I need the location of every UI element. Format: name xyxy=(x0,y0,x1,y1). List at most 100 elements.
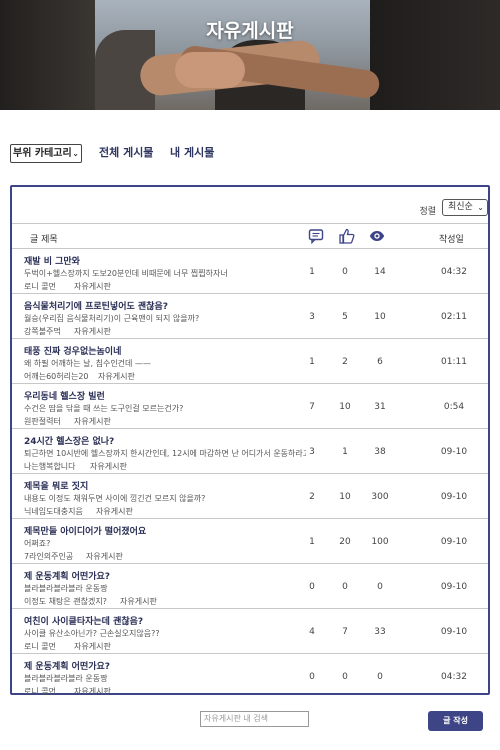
like-count: 0 xyxy=(342,582,348,592)
comment-count: 7 xyxy=(309,402,315,412)
like-count: 20 xyxy=(339,537,351,547)
post-board-name: 자유게시판 xyxy=(74,282,111,291)
post-date: 04:32 xyxy=(441,267,467,277)
view-count: 0 xyxy=(377,672,383,682)
post-excerpt: 월승(우리집 음식물처리기)이 근육맨이 되지 않을까? xyxy=(24,314,200,323)
comment-count: 2 xyxy=(309,492,315,502)
post-author: 닉네임도대충지음 xyxy=(24,507,83,516)
search-input[interactable]: 자유게시판 내 검색 xyxy=(200,711,309,727)
post-title[interactable]: 제 운동계획 어떤가요? xyxy=(24,569,110,582)
post-excerpt: 퇴근하면 10시반에 헬스장까지 한시간인데, 12시에 마감하면 난 어디가서… xyxy=(24,449,306,458)
post-row[interactable]: 제 운동계획 어떤가요? 블라블라블라블라 운동짱 로니 콜먼 자유게시판 0 … xyxy=(12,654,488,699)
post-author: 나는행복합니다 xyxy=(24,462,76,471)
comment-count: 0 xyxy=(309,582,315,592)
post-board-name: 자유게시판 xyxy=(120,597,157,606)
post-board-name: 자유게시판 xyxy=(74,687,111,696)
comment-count: 0 xyxy=(309,672,315,682)
post-excerpt: 블라블라블라블라 운동짱 xyxy=(24,674,108,683)
hero-banner: 자유게시판 xyxy=(0,0,500,110)
post-board-name: 자유게시판 xyxy=(74,327,111,336)
post-title[interactable]: 태풍 진짜 겅우없는놈이네 xyxy=(24,344,121,357)
post-date: 04:32 xyxy=(441,672,467,682)
post-board-name: 자유게시판 xyxy=(96,507,133,516)
post-author: 어깨는60허리는20 xyxy=(24,372,89,381)
view-count: 33 xyxy=(374,627,386,637)
view-count: 14 xyxy=(374,267,386,277)
post-row[interactable]: 여친이 사이클타자는데 괜찮음? 사이클 유산소아닌가? 근손실오지않음?? 로… xyxy=(12,609,488,654)
category-select[interactable]: 부위 카테고리 ⌄ xyxy=(10,144,82,163)
category-select-value: 부위 카테고리 xyxy=(13,148,72,159)
like-count: 10 xyxy=(339,402,351,412)
column-header-date: 작성일 xyxy=(439,235,464,245)
post-excerpt: 사이클 유산소아닌가? 근손실오지않음?? xyxy=(24,629,160,638)
post-title[interactable]: 재발 비 그만와 xyxy=(24,254,80,267)
comment-count: 1 xyxy=(309,357,315,367)
post-excerpt: 어쩌죠? xyxy=(24,539,51,548)
view-count: 31 xyxy=(374,402,386,412)
post-excerpt: 왜 하필 어깨하는 날, 침수인건데 —— xyxy=(24,359,151,368)
post-author: 7라인의주인공 xyxy=(24,552,74,561)
post-date: 01:11 xyxy=(441,357,467,367)
post-author: 로니 콜먼 xyxy=(24,687,56,696)
like-count: 2 xyxy=(342,357,348,367)
comment-count: 4 xyxy=(309,627,315,637)
post-board-name: 자유게시판 xyxy=(74,417,111,426)
write-post-button[interactable]: 글 작성 xyxy=(428,711,483,731)
post-author: 이정도 채탕은 괜찮겠지? xyxy=(24,597,107,606)
post-title[interactable]: 여친이 사이클타자는데 괜찮음? xyxy=(24,614,143,627)
post-date: 09-10 xyxy=(440,492,468,502)
thumbs-up-icon xyxy=(339,228,355,244)
post-title[interactable]: 제 운동계획 어떤가요? xyxy=(24,659,110,672)
post-title[interactable]: 제목만들 아이디어가 떨어졌어요 xyxy=(24,524,146,537)
page-title: 자유게시판 xyxy=(206,20,294,42)
tab-all-posts[interactable]: 전체 게시물 xyxy=(99,144,153,160)
post-title[interactable]: 24시간 헬스장은 없나? xyxy=(24,434,114,447)
like-count: 10 xyxy=(339,492,351,502)
post-title[interactable]: 우리동네 헬스장 빌런 xyxy=(24,389,105,402)
post-row[interactable]: 24시간 헬스장은 없나? 퇴근하면 10시반에 헬스장까지 한시간인데, 12… xyxy=(12,429,488,474)
post-board-name: 자유게시판 xyxy=(86,552,123,561)
post-excerpt: 두벅이+헬스장까지 도보20분인데 비때문에 너무 찝찝하자너 xyxy=(24,269,228,278)
sort-select-value: 최신순 xyxy=(448,202,473,212)
like-count: 5 xyxy=(342,312,348,322)
view-count: 38 xyxy=(374,447,386,457)
view-count: 10 xyxy=(374,312,386,322)
post-title[interactable]: 제목을 뭐로 짓지 xyxy=(24,479,88,492)
post-row[interactable]: 재발 비 그만와 두벅이+헬스장까지 도보20분인데 비때문에 너무 찝찝하자너… xyxy=(12,249,488,294)
post-row[interactable]: 제목을 뭐로 짓지 내용도 이정도 채워두면 사이에 낑긴건 모르지 않을까? … xyxy=(12,474,488,519)
post-board-name: 자유게시판 xyxy=(98,372,135,381)
post-board-name: 자유게시판 xyxy=(90,462,127,471)
post-title[interactable]: 음식물처리기에 프로틴넣어도 괜찮음? xyxy=(24,299,168,312)
post-date: 09-10 xyxy=(440,627,468,637)
like-count: 0 xyxy=(342,267,348,277)
post-author: 로니 콜먼 xyxy=(24,642,56,651)
table-header: 글 제목 작성일 xyxy=(12,223,488,249)
tab-my-posts[interactable]: 내 게시물 xyxy=(170,144,214,160)
post-date: 0:54 xyxy=(443,402,465,412)
eye-icon xyxy=(369,228,385,244)
sort-label: 정렬 xyxy=(419,207,436,217)
chevron-down-icon: ⌄ xyxy=(72,149,79,158)
post-row[interactable]: 우리동네 헬스장 빌런 수건은 땀을 닦을 때 쓰는 도구인걸 모르는건가? 원… xyxy=(12,384,488,429)
post-row[interactable]: 제 운동계획 어떤가요? 블라블라블라블라 운동짱 이정도 채탕은 괜찮겠지? … xyxy=(12,564,488,609)
comment-count: 3 xyxy=(309,447,315,457)
post-row[interactable]: 태풍 진짜 겅우없는놈이네 왜 하필 어깨하는 날, 침수인건데 —— 어깨는6… xyxy=(12,339,488,384)
view-count: 0 xyxy=(377,582,383,592)
post-date: 09-10 xyxy=(440,537,468,547)
sort-select[interactable]: 최신순 ⌄ xyxy=(442,199,488,216)
comment-count: 1 xyxy=(309,537,315,547)
view-count: 300 xyxy=(371,492,389,502)
view-count: 6 xyxy=(377,357,383,367)
post-date: 09-10 xyxy=(440,447,468,457)
post-list: 재발 비 그만와 두벅이+헬스장까지 도보20분인데 비때문에 너무 찝찝하자너… xyxy=(12,249,488,699)
hero-photo-hands xyxy=(175,52,245,88)
post-row[interactable]: 제목만들 아이디어가 떨어졌어요 어쩌죠? 7라인의주인공 자유게시판 1 20… xyxy=(12,519,488,564)
comment-icon xyxy=(308,228,324,245)
post-author: 강쪽볼주먹 xyxy=(24,327,61,336)
post-author: 로니 콜먼 xyxy=(24,282,56,291)
post-board-name: 자유게시판 xyxy=(74,642,111,651)
post-row[interactable]: 음식물처리기에 프로틴넣어도 괜찮음? 월승(우리집 음식물처리기)이 근육맨이… xyxy=(12,294,488,339)
post-date: 09-10 xyxy=(440,582,468,592)
like-count: 0 xyxy=(342,672,348,682)
comment-count: 3 xyxy=(309,312,315,322)
